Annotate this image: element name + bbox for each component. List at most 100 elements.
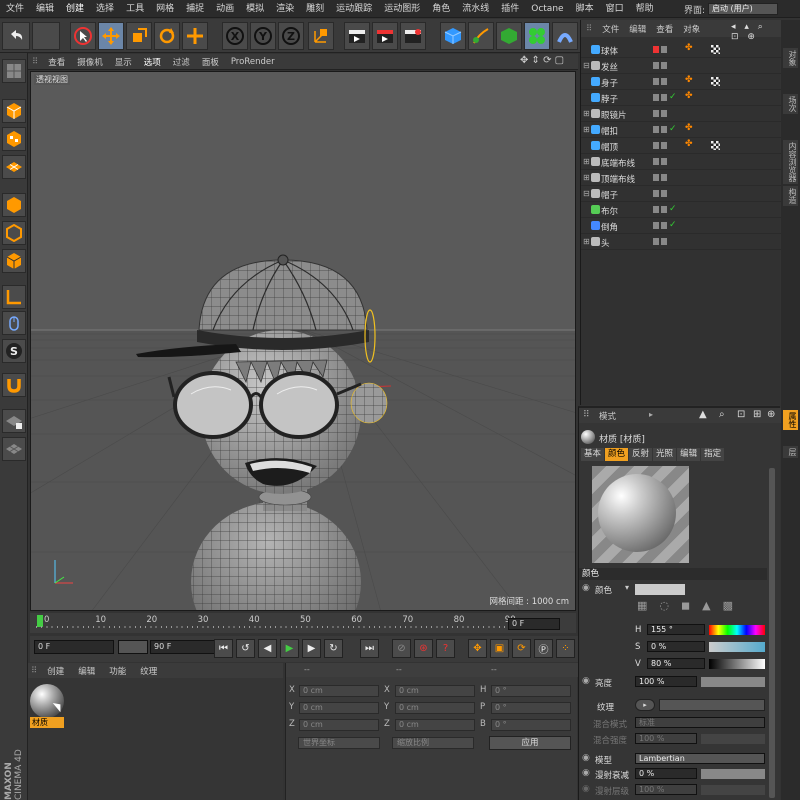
menu-item[interactable]: Octane [525, 0, 569, 18]
attribute-tab[interactable]: 光照 [653, 448, 677, 461]
color-anim-dot[interactable]: ◉ [582, 583, 590, 593]
brightness-anim-dot[interactable]: ◉ [582, 676, 590, 686]
lock-workplane-button[interactable] [2, 409, 26, 433]
key-param-button[interactable]: Ⓟ [534, 639, 553, 658]
render-visibility-dot[interactable] [661, 62, 667, 69]
editor-visibility-dot[interactable] [653, 110, 659, 117]
menu-item[interactable]: 窗口 [600, 0, 630, 18]
object-row[interactable]: 身子 ✤ [581, 74, 781, 90]
menu-item[interactable]: 运动跟踪 [330, 0, 378, 18]
object-name[interactable]: 底端布线 [601, 157, 635, 169]
apply-button[interactable]: 应用 [489, 736, 571, 750]
key-scale-button[interactable]: ▣ [490, 639, 509, 658]
object-row[interactable]: 脖子 ✓ ✤ [581, 90, 781, 106]
magnet-button[interactable] [2, 373, 26, 397]
start-frame-field[interactable]: 0 F [34, 640, 114, 654]
tree-expand-icon[interactable]: ⊞ [583, 237, 590, 246]
viewport-menu-item[interactable]: 选项 [138, 56, 167, 68]
model-dropdown[interactable]: Lambertian [635, 753, 765, 764]
next-frame-button[interactable]: ▶ [302, 639, 321, 658]
object-row[interactable]: 倒角 ✓ [581, 218, 781, 234]
object-name[interactable]: 倒角 [601, 221, 618, 233]
attribute-tab[interactable]: 编辑 [677, 448, 701, 461]
editor-visibility-dot[interactable] [653, 174, 659, 181]
material-menu-item[interactable]: 功能 [102, 665, 133, 677]
enabled-check-icon[interactable]: ✓ [669, 92, 677, 102]
scale-button[interactable] [126, 22, 152, 50]
key-pla-button[interactable]: ⁘ [556, 639, 575, 658]
world-coordinates-dropdown[interactable]: 世界坐标 [298, 737, 380, 749]
key-rotation-button[interactable]: ⟳ [512, 639, 531, 658]
diffuse-falloff-field[interactable]: 0 % [635, 768, 697, 779]
edges-mode-button[interactable] [2, 221, 26, 245]
texture-mode-button[interactable] [2, 127, 26, 151]
undo-button[interactable] [2, 22, 30, 50]
attribute-tab[interactable]: 反射 [629, 448, 653, 461]
render-visibility-dot[interactable] [661, 158, 667, 165]
lock-icon[interactable]: ⊡ [737, 409, 745, 420]
subdivision-button[interactable] [496, 22, 522, 50]
object-row[interactable]: 帽顶 ✤ [581, 138, 781, 154]
side-tab[interactable]: 构造 [783, 186, 798, 206]
tree-expand-icon[interactable]: ⊟ [583, 189, 590, 198]
diffuse-level-field[interactable]: 100 % [635, 784, 697, 795]
snap-button[interactable]: S [2, 339, 26, 363]
goto-start-button[interactable]: ⏮ [214, 639, 233, 658]
object-menu-item[interactable]: 对象 [678, 23, 705, 35]
object-name[interactable]: 脖子 [601, 93, 618, 105]
render-visibility-dot[interactable] [661, 78, 667, 85]
object-menu-item[interactable]: 查看 [651, 23, 678, 35]
position-field[interactable]: 0 cm [299, 702, 379, 714]
viewport-menu-item[interactable]: 显示 [109, 56, 138, 68]
position-field[interactable]: 0 cm [299, 685, 379, 697]
color-dropdown-icon[interactable]: ▾ [625, 583, 629, 592]
viewport-menu-item[interactable]: 查看 [42, 56, 71, 68]
tree-expand-icon[interactable]: ⊞ [583, 109, 590, 118]
auto-key-button[interactable]: ? [436, 639, 455, 658]
hue-slider[interactable] [709, 625, 765, 635]
object-row[interactable]: ⊟ 发丝 [581, 58, 781, 74]
axis-mode-button[interactable] [2, 285, 26, 309]
menu-item[interactable]: 网格 [150, 0, 180, 18]
editor-visibility-dot[interactable] [653, 190, 659, 197]
model-anim-dot[interactable]: ◉ [582, 753, 590, 763]
object-name[interactable]: 眼镜片 [601, 109, 627, 121]
object-name[interactable]: 帽顶 [601, 141, 618, 153]
render-visibility-dot[interactable] [661, 174, 667, 181]
coordinate-system-button[interactable] [308, 22, 334, 50]
record-button[interactable]: ⊛ [414, 639, 433, 658]
texture-tag-icon[interactable] [711, 45, 720, 54]
material-menu-item[interactable]: 编辑 [71, 665, 102, 677]
menu-item[interactable]: 角色 [426, 0, 456, 18]
editor-visibility-dot[interactable] [653, 206, 659, 213]
enabled-check-icon[interactable]: ✓ [669, 204, 677, 214]
perspective-viewport[interactable]: 透视视图 网格间距 : 1000 cm [30, 71, 576, 611]
menu-item[interactable]: 脚本 [570, 0, 600, 18]
cloner-button[interactable] [524, 22, 550, 50]
add-icon[interactable]: ⊕ [767, 409, 775, 420]
size-field[interactable]: 0 cm [395, 719, 475, 731]
menu-grid-icon[interactable]: ⠿ [583, 410, 590, 420]
model-mode-button[interactable] [2, 99, 26, 123]
menu-item[interactable]: 工具 [120, 0, 150, 18]
rotation-field[interactable]: 0 ° [491, 685, 571, 697]
viewport-menu-item[interactable]: 摄像机 [71, 56, 109, 68]
deformer-button[interactable] [552, 22, 578, 50]
render-visibility-dot[interactable] [661, 206, 667, 213]
editor-visibility-dot[interactable] [653, 78, 659, 85]
z-axis-button[interactable]: Z [278, 22, 304, 50]
menu-item[interactable]: 捕捉 [180, 0, 210, 18]
attribute-mode-menu[interactable]: 模式 [599, 410, 616, 422]
menu-item[interactable]: 模拟 [240, 0, 270, 18]
menu-item[interactable]: 文件 [0, 0, 30, 18]
object-row[interactable]: 球体 ✤ [581, 42, 781, 58]
new-window-icon[interactable]: ⊞ [753, 409, 761, 420]
render-visibility-dot[interactable] [661, 46, 667, 53]
editor-visibility-dot[interactable] [653, 158, 659, 165]
y-axis-button[interactable]: Y [250, 22, 276, 50]
transform-button[interactable] [182, 22, 208, 50]
redo-button[interactable] [32, 22, 60, 50]
tree-expand-icon[interactable]: ⊞ [583, 157, 590, 166]
nav-up-icon[interactable]: ▲ [699, 409, 707, 420]
render-picture-viewer-button[interactable] [372, 22, 398, 50]
